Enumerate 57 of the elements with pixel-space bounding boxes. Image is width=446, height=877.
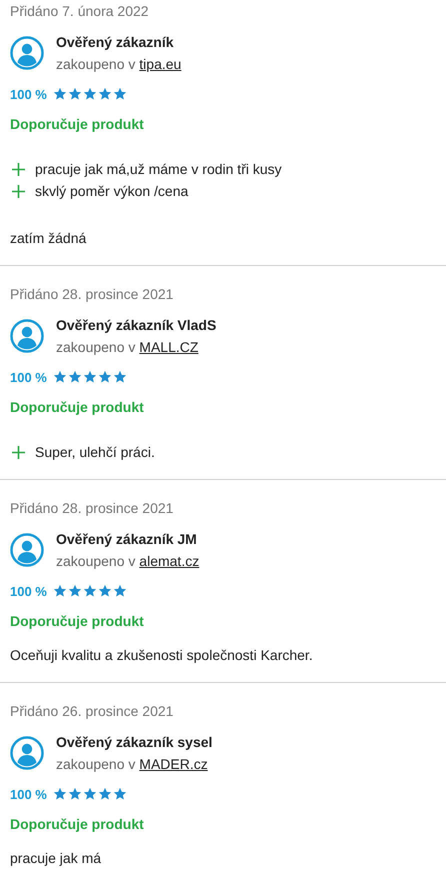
review-date: Přidáno 28. prosince 2021 [10,285,174,304]
star-icon [68,787,82,801]
avatar-icon [10,319,44,353]
shop-link[interactable]: tipa.eu [139,56,182,72]
review-text: zatím žádná [10,229,88,248]
star-icon [82,787,97,801]
star-icon [98,370,112,384]
plus-icon [12,184,25,198]
star-icon [82,370,97,384]
shop-link[interactable]: MADER.cz [139,756,208,772]
star-icon [52,87,67,101]
reviewer-name: Ověřený zákazník JM [56,530,198,549]
star-icon [52,370,67,384]
reviewer-name: Ověřený zákazník sysel [56,733,212,752]
star-icon [52,787,67,801]
pro-text: skvlý poměr výkon /cena [35,182,188,201]
rating-percent: 100 % [10,370,47,384]
rating-percent: 100 % [10,786,47,802]
star-icon [112,584,127,598]
star-icon [68,370,82,384]
pro-text: Super, ulehčí práci. [35,443,155,462]
review-text: pracuje jak má [10,849,102,868]
recommendation: Doporučuje produkt [10,612,145,631]
star-icon [52,584,67,598]
star-icon [68,584,82,598]
recommendation: Doporučuje produkt [10,815,145,834]
review-date: Přidáno 28. prosince 2021 [10,499,174,518]
recommendation: Doporučuje produkt [10,115,145,134]
purchase-note: zakoupeno v tipa.eu [56,55,182,74]
review-date: Přidáno 26. prosince 2021 [10,702,174,721]
avatar-icon [10,36,44,70]
shop-link[interactable]: alemat.cz [139,553,200,569]
star-icon [112,370,127,384]
reviewer-name: Ověřený zákazník [56,33,175,52]
rating-percent: 100 % [10,584,47,598]
review-date: Přidáno 7. února 2022 [10,2,150,21]
star-icon [98,584,112,598]
purchase-note: zakoupeno v MALL.CZ [56,338,200,357]
plus-icon [12,446,25,458]
star-icon [82,584,97,598]
purchase-note: zakoupeno v MADER.cz [56,755,209,774]
star-icon [112,787,127,801]
star-icon [98,787,112,801]
rating-percent: 100 % [10,86,47,102]
reviewer-name: Ověřený zákazník VladS [56,316,216,335]
review-text: Oceňuji kvalitu a zkušenosti společnosti Karcher. [10,646,314,665]
avatar-icon [10,736,44,770]
pro-text: pracuje jak má,už máme v rodin tři kusy [35,160,282,179]
plus-icon [12,162,25,176]
star-icon [82,87,97,101]
shop-link[interactable]: MALL.CZ [139,339,198,355]
star-icon [112,87,127,101]
purchase-note: zakoupeno v alemat.cz [56,552,200,571]
recommendation: Doporučuje produkt [10,398,145,417]
star-icon [98,87,112,101]
star-icon [68,87,82,101]
avatar-icon [10,533,44,567]
